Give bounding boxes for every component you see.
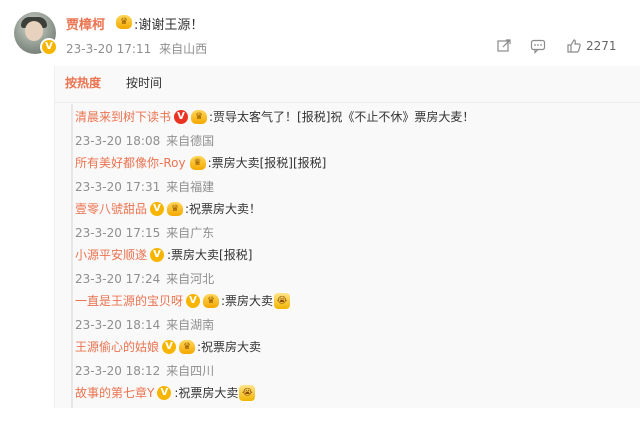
reply-location: 来自湖南 (166, 318, 215, 332)
post-meta: 23-3-20 17:11 来自山西 (66, 40, 207, 57)
verified-badge-icon: V (150, 247, 165, 262)
reply-time: 23-3-20 17:15 (75, 226, 161, 240)
verified-badge-icon: V (162, 339, 177, 354)
share-icon[interactable] (496, 38, 512, 54)
reply-text: :贾导太客气了！[报税]祝《不止不休》票房大麦！ (209, 110, 475, 124)
crown-icon: ♛ (191, 109, 208, 124)
thumb-up-icon[interactable] (566, 38, 582, 54)
reply-text: :祝票房大卖 (197, 340, 262, 354)
reply-user[interactable]: 小源平安顺遂 (75, 246, 147, 263)
reply-row: 一直是王源的宝贝呀 V ♛:票房大卖 😭 (75, 292, 291, 312)
reply-rail (71, 104, 73, 408)
reply-time: 23-3-20 18:08 (75, 134, 161, 148)
reply-item: 清晨来到树下读书 V ♛:贾导太客气了！[报税]祝《不止不休》票房大麦！ 23-3-… (75, 108, 635, 156)
reply-location: 来自广东 (166, 226, 215, 240)
reply-time: 23-3-20 18:12 (75, 364, 161, 378)
reply-item: 一直是王源的宝贝呀 V ♛:票房大卖 😭 23-3-20 18:14 来自湖南 (75, 292, 635, 340)
crying-emoji-icon: 😭 (274, 292, 291, 309)
reply-text: :祝票房大卖！ (185, 202, 262, 216)
like-count: 2271 (586, 39, 617, 53)
reply-row: 故事的第七章Y V:祝票房大卖 😭 (75, 384, 256, 404)
reply-meta: 23-3-20 18:12 来自四川 (75, 362, 214, 379)
reply-time: 23-3-20 17:24 (75, 272, 161, 286)
crown-icon: ♛ (167, 201, 184, 216)
reply-row: 壹零八號甜品 V ♛:祝票房大卖！ (75, 200, 261, 220)
sort-by-time-tab[interactable]: 按时间 (126, 74, 162, 91)
reply-time: 23-3-20 17:31 (75, 180, 161, 194)
reply-row: 小源平安顺遂 V:票房大卖[报税] (75, 246, 252, 266)
crown-icon: ♛ (189, 155, 206, 170)
reply-text: :票房大卖[报税][报税] (207, 156, 327, 170)
sort-by-hot-tab[interactable]: 按热度 (65, 74, 101, 91)
verified-badge-icon: V (42, 40, 56, 54)
post-time: 23-3-20 17:11 (66, 42, 152, 56)
verified-badge-icon: V (150, 201, 165, 216)
post-text: :谢谢王源！ (134, 18, 204, 33)
reply-item: 王源偷心的姑娘 V ♛:祝票房大卖 23-3-20 18:12 来自四川 (75, 338, 635, 386)
reply-meta: 23-3-20 17:15 来自广东 (75, 224, 214, 241)
crown-icon: ♛ (203, 293, 220, 308)
reply-location: 来自四川 (166, 364, 215, 378)
reply-text: :票房大卖[报税] (167, 248, 253, 262)
verified-badge-icon: V (157, 385, 172, 400)
crown-icon: ♛ (116, 15, 132, 29)
reply-user[interactable]: 所有美好都像你-Roy (75, 154, 186, 171)
red-verified-icon: V (174, 109, 189, 124)
reply-location: 来自德国 (166, 134, 215, 148)
reply-meta: 23-3-20 18:14 来自湖南 (75, 316, 214, 333)
reply-row: 所有美好都像你-Roy ♛:票房大卖[报税][报税] (75, 154, 326, 174)
reply-meta: 23-3-20 17:31 来自福建 (75, 178, 214, 195)
crying-emoji-icon: 😭 (239, 384, 256, 401)
reply-text: :票房大卖 (221, 294, 274, 308)
post-header: V 贾樟柯 ♛ :谢谢王源！ 23-3-20 17:11 来自山西 2271 (0, 0, 640, 68)
reply-row: 王源偷心的姑娘 V ♛:祝票房大卖 (75, 338, 261, 358)
reply-location: 来自河北 (166, 272, 215, 286)
avatar-face (25, 21, 43, 41)
reply-item: 故事的第七章Y V:祝票房大卖 😭 (75, 384, 635, 432)
crown-icon: ♛ (179, 339, 196, 354)
reply-user[interactable]: 清晨来到树下读书 (75, 108, 171, 125)
reply-location: 来自福建 (166, 180, 215, 194)
reply-item: 壹零八號甜品 V ♛:祝票房大卖！ 23-3-20 17:15 来自广东 (75, 200, 635, 248)
reply-user[interactable]: 一直是王源的宝贝呀 (75, 292, 183, 309)
reply-row: 清晨来到树下读书 V ♛:贾导太客气了！[报税]祝《不止不休》票房大麦！ (75, 108, 474, 128)
comments-section: 按热度 按时间 清晨来到树下读书 V ♛:贾导太客气了！[报税]祝《不止不休》票房大… (54, 66, 640, 408)
verified-badge-icon: V (186, 293, 201, 308)
post-location: 来自山西 (159, 42, 208, 56)
reply-user[interactable]: 壹零八號甜品 (75, 200, 147, 217)
reply-text: :祝票房大卖 (174, 386, 239, 400)
reply-item: 小源平安顺遂 V:票房大卖[报税] 23-3-20 17:24 来自河北 (75, 246, 635, 294)
sort-divider (55, 102, 640, 103)
reply-item: 所有美好都像你-Roy ♛:票房大卖[报税][报税] 23-3-20 17:31 … (75, 154, 635, 202)
reply-user[interactable]: 故事的第七章Y (75, 384, 154, 401)
reply-user[interactable]: 王源偷心的姑娘 (75, 338, 159, 355)
reply-time: 23-3-20 18:14 (75, 318, 161, 332)
comment-icon[interactable] (530, 38, 546, 54)
reply-meta: 23-3-20 18:08 来自德国 (75, 132, 214, 149)
post-author[interactable]: 贾樟柯 (66, 14, 105, 33)
reply-meta: 23-3-20 17:24 来自河北 (75, 270, 214, 287)
